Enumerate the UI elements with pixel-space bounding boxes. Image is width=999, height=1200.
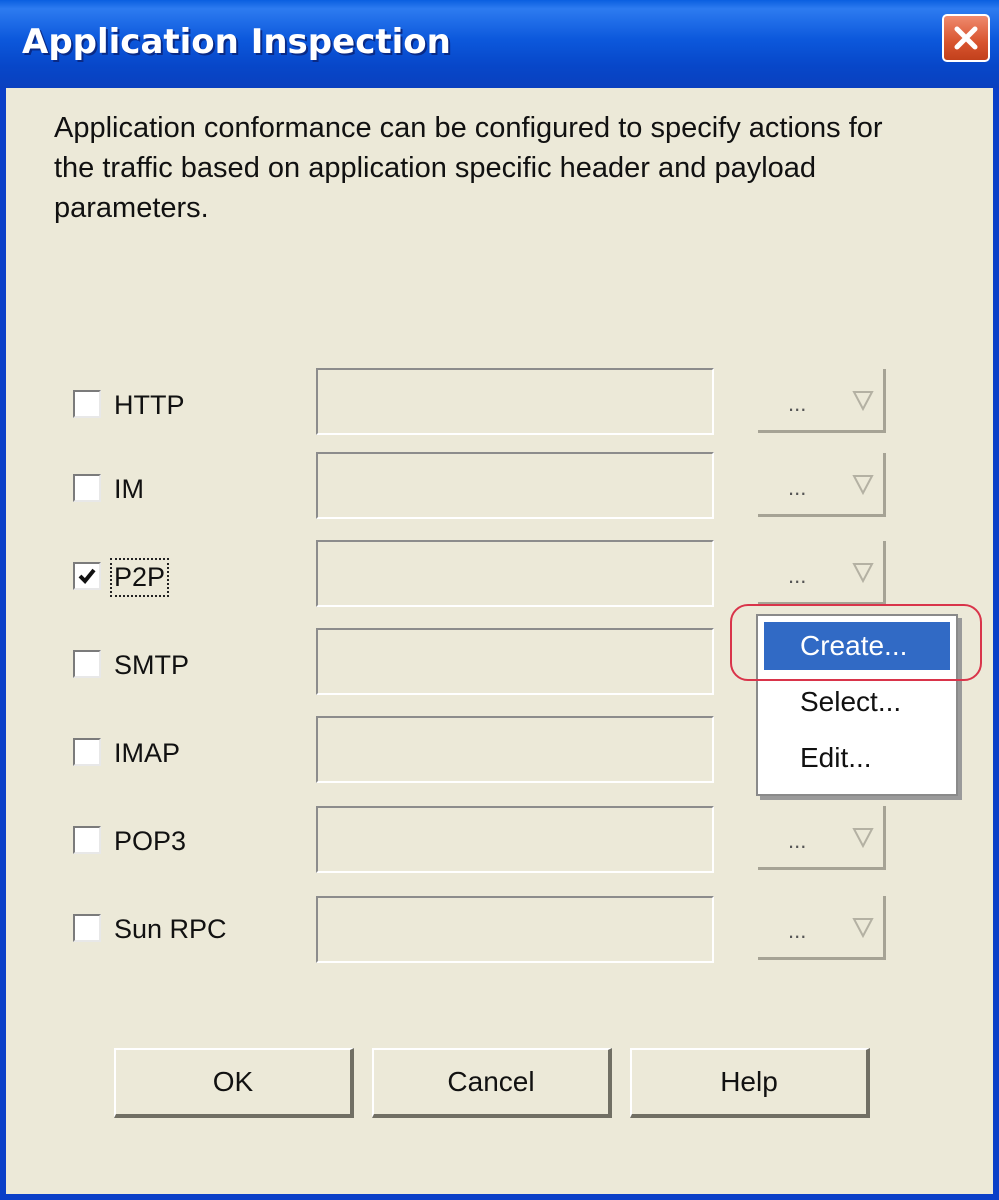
imap-field[interactable] [316,716,714,783]
annotation-circle [730,604,982,681]
dropdown-arrow-icon [852,391,874,411]
im-label: IM [114,474,144,504]
menu-item-label: Select... [800,686,902,717]
ellipsis-label: ... [788,391,807,416]
pop3-field[interactable] [316,806,714,873]
window-title: Application Inspection [22,22,451,62]
menu-item-label: Edit... [800,742,872,773]
smtp-checkbox[interactable] [73,650,101,678]
checkmark-icon [78,568,96,584]
title-bar: Application Inspection [0,0,999,88]
close-button[interactable] [942,14,990,62]
p2p-label: P2P [109,558,170,597]
close-icon [954,26,978,50]
imap-label: IMAP [114,738,181,768]
ok-button[interactable]: OK [114,1048,354,1118]
dropdown-arrow-icon [852,918,874,938]
http-label: HTTP [114,390,185,420]
menu-item-edit[interactable]: Edit... [764,734,950,782]
dropdown-arrow-icon [852,828,874,848]
http-dropdown-button[interactable]: ... [758,369,886,433]
ellipsis-label: ... [788,563,807,588]
smtp-field[interactable] [316,628,714,695]
p2p-dropdown-button[interactable]: ... [758,541,886,605]
sun-rpc-checkbox[interactable] [73,914,101,942]
p2p-checkbox[interactable] [73,562,101,590]
sun-rpc-dropdown-button[interactable]: ... [758,896,886,960]
description-text: Application conformance can be configure… [54,112,883,224]
pop3-dropdown-button[interactable]: ... [758,806,886,870]
p2p-field[interactable] [316,540,714,607]
im-checkbox[interactable] [73,474,101,502]
menu-item-select[interactable]: Select... [764,678,950,726]
http-field[interactable] [316,368,714,435]
cancel-button[interactable]: Cancel [372,1048,612,1118]
ellipsis-label: ... [788,918,807,943]
im-field[interactable] [316,452,714,519]
smtp-label: SMTP [114,650,190,680]
ellipsis-label: ... [788,475,807,500]
pop3-label: POP3 [114,826,187,856]
dropdown-arrow-icon [852,563,874,583]
ellipsis-label: ... [788,828,807,853]
sun-rpc-label: Sun RPC [114,914,227,944]
imap-checkbox[interactable] [73,738,101,766]
help-button[interactable]: Help [630,1048,870,1118]
dropdown-arrow-icon [852,475,874,495]
im-dropdown-button[interactable]: ... [758,453,886,517]
http-checkbox[interactable] [73,390,101,418]
pop3-checkbox[interactable] [73,826,101,854]
application-inspection-dialog: Application Inspection Application confo… [0,0,999,1200]
sun-rpc-field[interactable] [316,896,714,963]
